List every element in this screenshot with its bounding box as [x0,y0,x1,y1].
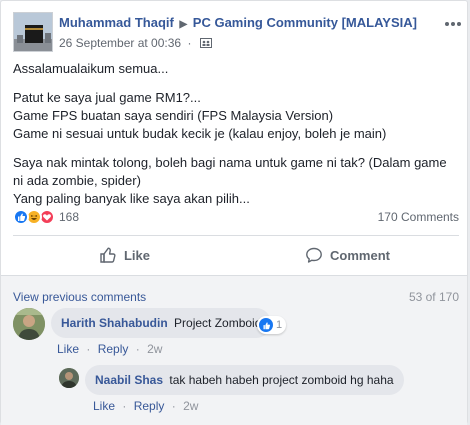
reaction-count: 168 [59,210,80,224]
comment-time[interactable]: 2w [147,342,162,356]
avatar-image [14,13,52,51]
comment-text: Project Zomboid [174,316,262,330]
post-actions: Like Comment [13,237,459,273]
commenter-avatar[interactable] [59,368,79,388]
comments-section: View previous comments 53 of 170 Harith … [1,275,467,425]
comment-button-label: Comment [330,247,390,263]
like-button[interactable]: Like [13,237,236,273]
author-group-line: Muhammad Thaqif ▶ PC Gaming Community [M… [59,15,417,30]
meta-separator: · [187,36,192,50]
post-paragraph: Patut ke saya jual game RM1?... Game FPS… [13,90,387,141]
author-name-link[interactable]: Muhammad Thaqif [59,15,174,30]
post-card: Muhammad Thaqif ▶ PC Gaming Community [M… [0,0,468,425]
comment-like-count: 1 [276,319,283,331]
avatar-image [59,368,79,388]
post-header: Muhammad Thaqif ▶ PC Gaming Community [M… [13,10,463,52]
dot-separator: · [122,399,127,413]
post-paragraph: Assalamualaikum semua... [13,61,169,76]
dot-separator: · [135,342,140,356]
group-privacy-icon[interactable] [199,37,212,49]
comment-time[interactable]: 2w [183,399,198,413]
reactions-summary[interactable]: 168 [13,208,79,226]
post-paragraph: Saya nak mintak tolong, boleh bagi nama … [13,155,447,206]
comment-item: Harith Shahabudin Project Zomboid 1 Like… [13,308,459,358]
dot-separator: · [86,342,91,356]
more-options-icon[interactable] [443,18,463,30]
avatar-image [13,308,45,340]
author-avatar[interactable] [13,12,53,52]
divider [13,235,459,236]
comment-count-link[interactable]: 170 Comments [378,210,459,224]
like-reaction-icon [13,209,29,225]
comment-actions: Like · Reply · 2w [57,342,162,356]
comment-text: tak habeh habeh project zomboid hg haha [169,373,394,387]
dot-separator: · [171,399,176,413]
comment-button[interactable]: Comment [236,237,459,273]
comment-reply-link[interactable]: Reply [134,399,165,413]
post-meta: 26 September at 00:36 · [59,36,212,50]
thumbs-up-icon [100,247,116,263]
comment-reply-link[interactable]: Reply [98,342,129,356]
comment-bubble: Naabil Shas tak habeh habeh project zomb… [85,365,404,395]
post-stats: 168 170 Comments [13,207,459,227]
comments-page-count: 53 of 170 [408,290,459,304]
like-reaction-icon [259,318,273,332]
like-button-label: Like [123,247,150,263]
post-body: Assalamualaikum semua... Patut ke saya j… [13,60,459,208]
post-timestamp[interactable]: 26 September at 00:36 [59,36,181,50]
comment-author-link[interactable]: Naabil Shas [95,373,163,387]
comment-actions: Like · Reply · 2w [93,399,198,413]
comment-bubble-icon [306,247,322,263]
comment-like-link[interactable]: Like [93,399,115,413]
comment-like-link[interactable]: Like [57,342,79,356]
arrow-right-icon: ▶ [179,19,188,30]
view-previous-comments-link[interactable]: View previous comments [13,290,146,304]
comment-author-link[interactable]: Harith Shahabudin [61,316,168,330]
reply-item: Naabil Shas tak habeh habeh project zomb… [49,365,459,415]
group-name-link[interactable]: PC Gaming Community [MALAYSIA] [193,15,417,30]
commenter-avatar[interactable] [13,308,45,340]
comment-bubble: Harith Shahabudin Project Zomboid [51,308,272,338]
comment-like-badge[interactable]: 1 [257,316,287,334]
